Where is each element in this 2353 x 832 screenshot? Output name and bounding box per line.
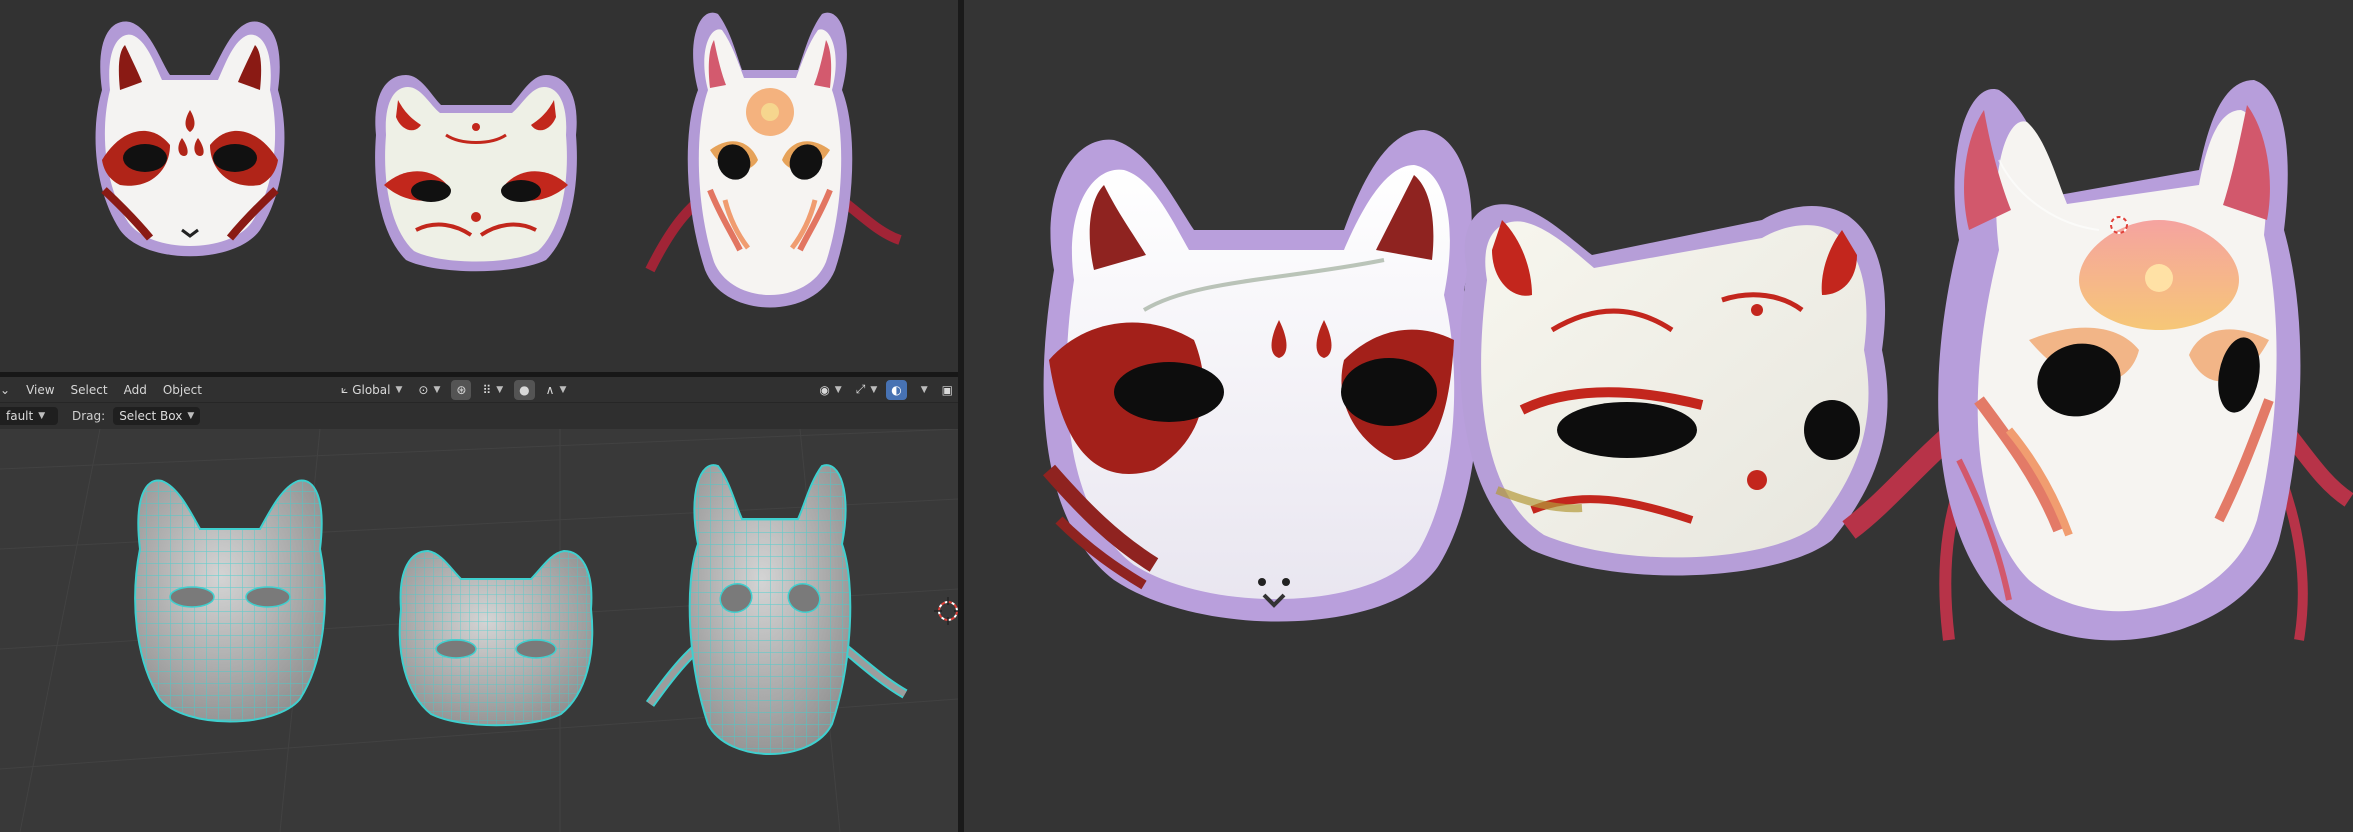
viewport-header: ⌄ View Select Add Object ⟀ Global ▼ ⊙ ▼ ⊛… [0,377,958,403]
visibility-button[interactable]: ◉ ▼ [814,380,846,400]
snap-icon: ⊛ [456,382,467,397]
xray-icon: ▣ [941,382,953,397]
gizmo-button[interactable]: ⤢ ▼ [851,380,883,400]
reference-image-view[interactable] [0,0,958,372]
mode-dropdown[interactable]: fault ▼ [0,407,58,425]
orientation-label: Global [352,382,391,397]
chevron-down-icon: ▼ [834,384,842,395]
orientation-dropdown[interactable]: ⟀ Global ▼ [336,380,407,400]
pivot-point-icon: ⊙ [418,382,429,397]
reference-mask-1 [95,21,285,257]
mode-label: fault [6,409,34,423]
proportional-edit-toggle[interactable]: ● [514,379,535,400]
viewport-canvas[interactable] [0,429,958,832]
tool-settings-bar: fault ▼ Drag: Select Box ▼ [0,403,958,429]
snap-target-button[interactable]: ⠿ ▼ [477,380,508,400]
eye-icon: ◉ [819,382,830,397]
snap-grid-icon: ⠿ [482,382,492,397]
chevron-down-icon: ▼ [870,384,878,395]
chevron-down-icon: ▼ [920,384,928,395]
falloff-curve-icon: ∧ [545,382,555,397]
transform-orientation-group: ⟀ Global ▼ ⊙ ▼ ⊛ ⠿ ▼ ● ∧ ▼ [336,379,572,400]
overlay-toggle[interactable]: ◐ [886,379,907,400]
3d-cursor-icon [934,597,958,625]
menu-view[interactable]: View [18,383,62,397]
falloff-button[interactable]: ∧ ▼ [541,380,572,400]
chevron-down-icon: ▼ [496,384,504,395]
drag-label: Drag: [72,409,106,423]
snap-toggle[interactable]: ⊛ [451,379,472,400]
pivot-icon: ⟀ [341,382,349,396]
chevron-down-icon: ▼ [187,411,195,421]
mesh-mask-2[interactable] [398,549,594,727]
render-view[interactable] [964,0,2353,832]
drag-value: Select Box [119,409,183,423]
chevron-down-icon: ▼ [395,384,403,395]
blender-window: ⌄ View Select Add Object ⟀ Global ▼ ⊙ ▼ ⊛… [0,0,2353,832]
render-mask-2[interactable] [1460,204,1888,576]
viewport-display-group: ◉ ▼ ⤢ ▼ ◐ ▼ ▣ [814,379,958,400]
render-mask-1[interactable] [1042,130,1478,622]
menu-add[interactable]: Add [116,383,155,397]
reference-mask-2 [375,75,577,272]
reference-mask-3 [645,12,902,308]
chevron-down-icon: ▼ [559,384,567,395]
drag-dropdown[interactable]: Select Box ▼ [113,407,201,425]
header-left-caret[interactable]: ⌄ [0,383,18,397]
overlay-icon: ◐ [891,382,902,397]
proportional-icon: ● [519,382,530,397]
chevron-down-icon: ▼ [38,411,46,421]
3d-viewport[interactable]: ⌄ View Select Add Object ⟀ Global ▼ ⊙ ▼ ⊛… [0,377,958,832]
pivot-point-button[interactable]: ⊙ ▼ [413,380,445,400]
menu-object[interactable]: Object [155,383,210,397]
chevron-down-icon: ▼ [433,384,441,395]
menu-select[interactable]: Select [63,383,116,397]
xray-toggle[interactable]: ▣ [937,380,958,400]
mesh-mask-1[interactable] [134,479,326,723]
render-mask-3[interactable] [1842,80,2353,641]
overlay-dropdown[interactable]: ▼ [911,380,933,400]
gizmo-icon: ⤢ [855,382,866,396]
